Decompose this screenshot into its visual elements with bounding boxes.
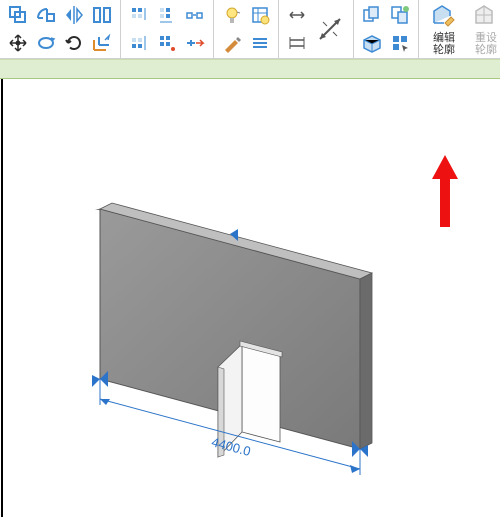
tool-array[interactable] (182, 2, 208, 28)
ribbon-group-align (121, 0, 214, 58)
ribbon-group-measure (279, 0, 354, 58)
align-right[interactable] (154, 30, 180, 56)
align-left[interactable] (154, 2, 180, 28)
tool-cycle[interactable] (61, 30, 87, 56)
ribbon-group-view (214, 0, 279, 58)
ribbon-group-create (354, 0, 419, 58)
tool-copy-type[interactable] (387, 2, 413, 28)
align-top[interactable] (126, 2, 152, 28)
tool-mirror[interactable] (61, 2, 87, 28)
reset-profile-label: 重设 轮廓 (475, 32, 497, 56)
ribbon-group-profile: 编辑 轮廓 重设 轮廓 (419, 0, 500, 58)
tool-join[interactable] (33, 2, 59, 28)
edit-profile-button[interactable]: 编辑 轮廓 (423, 1, 465, 57)
edit-profile-label: 编辑 轮廓 (433, 32, 455, 56)
model-3d-scene: 4400.0 (0, 79, 500, 517)
edit-profile-icon (430, 2, 458, 30)
tool-measure[interactable] (284, 2, 310, 28)
tool-create-similar[interactable] (359, 2, 385, 28)
tool-load-family[interactable] (359, 30, 385, 56)
options-bar (0, 59, 500, 79)
tool-thin-lines[interactable] (247, 30, 273, 56)
viewport-3d[interactable]: 4400.0 (0, 79, 500, 517)
tool-copy[interactable] (5, 2, 31, 28)
reset-profile-icon (472, 2, 500, 30)
tool-visibility[interactable] (219, 2, 245, 28)
tool-split[interactable] (89, 2, 115, 28)
align-bottom[interactable] (126, 30, 152, 56)
tool-select-all[interactable] (387, 30, 413, 56)
tool-rotate-open[interactable] (33, 30, 59, 56)
tool-linework[interactable] (219, 30, 245, 56)
tool-pin[interactable] (182, 30, 208, 56)
tool-filter[interactable] (247, 2, 273, 28)
ribbon-group-modify (0, 0, 121, 58)
tool-offset[interactable] (89, 30, 115, 56)
tool-dimension[interactable] (284, 30, 310, 56)
tool-move[interactable] (5, 30, 31, 56)
ribbon-toolbar: 编辑 轮廓 重设 轮廓 (0, 0, 500, 59)
annotation-arrow (430, 155, 460, 235)
reset-profile-button: 重设 轮廓 (465, 1, 500, 57)
tool-measure-big[interactable] (312, 4, 348, 54)
